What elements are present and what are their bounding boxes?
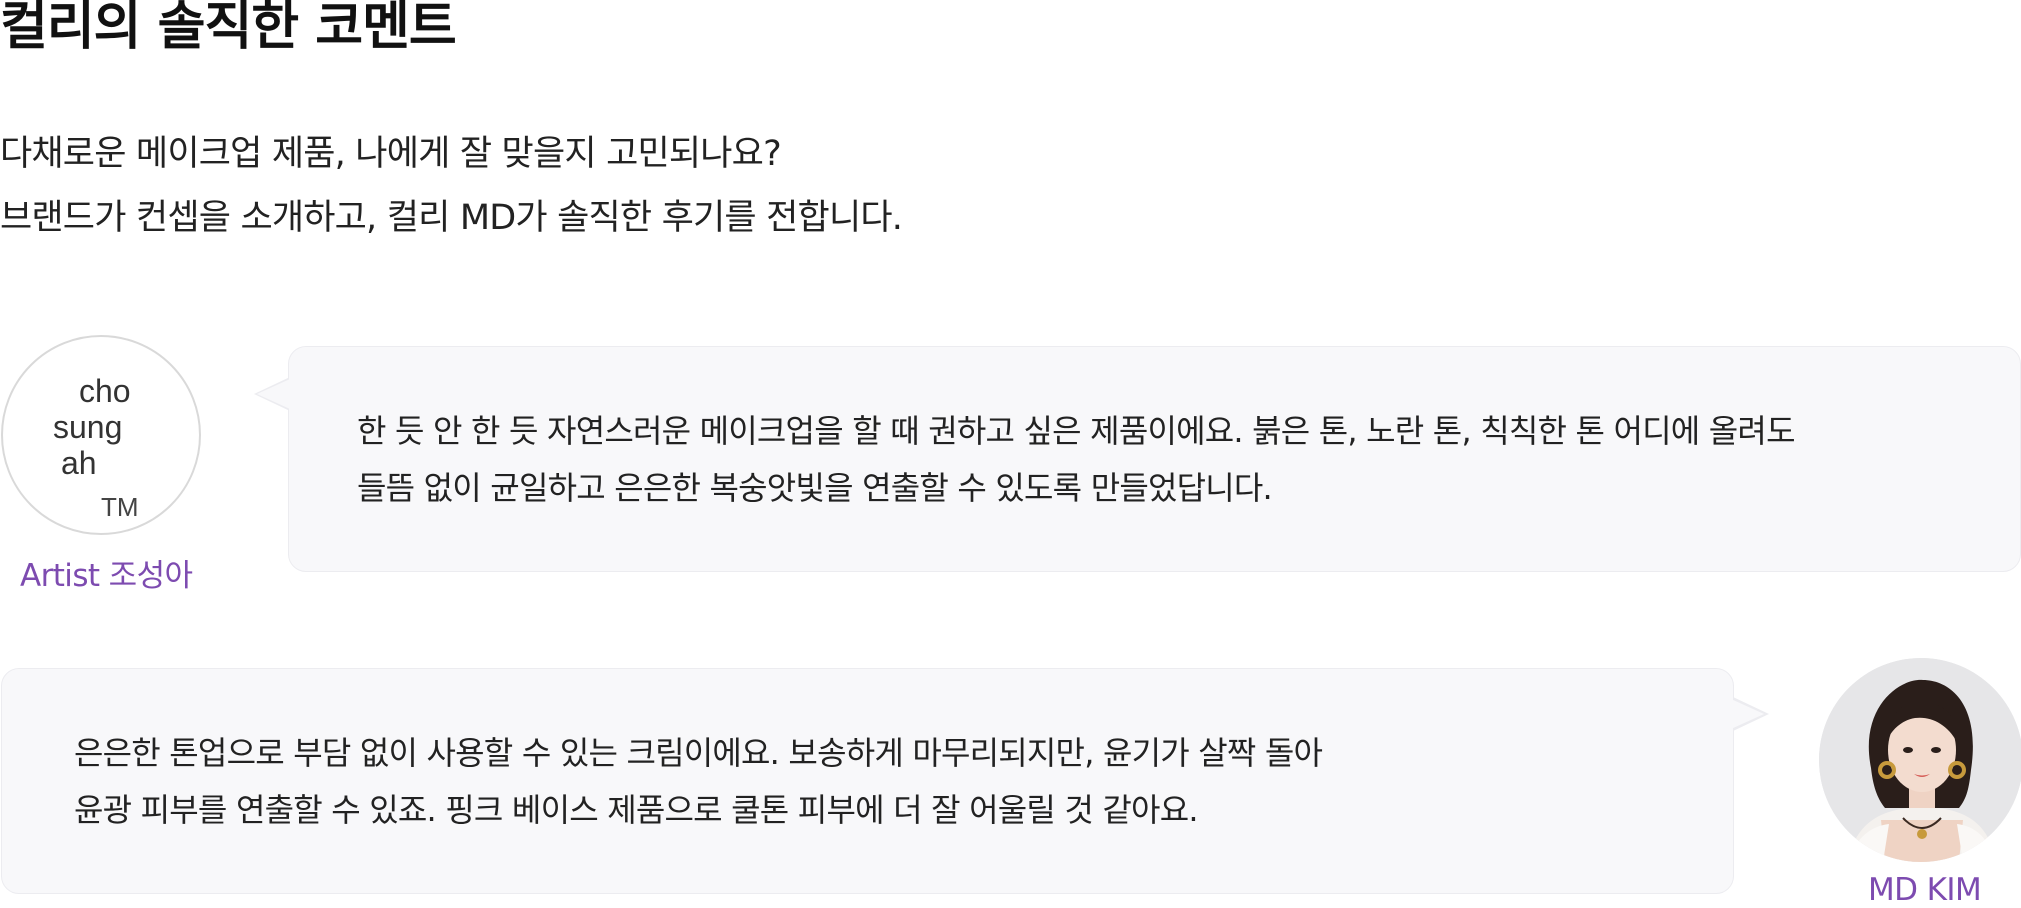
page-title: 컬리의 솔직한 코멘트 [0,0,457,57]
artist-caption: Artist 조성아 [20,558,193,594]
artist-comment-bubble: 한 듯 안 한 듯 자연스러운 메이크업을 할 때 권하고 싶은 제품이에요. … [288,346,2021,572]
person-photo-icon [1819,658,2021,862]
md-comment-bubble: 은은한 톤업으로 부담 없이 사용할 수 있는 크림이에요. 보송하게 마무리되… [1,668,1734,894]
md-photo-avatar [1819,658,2021,862]
intro-text: 다채로운 메이크업 제품, 나에게 잘 맞을지 고민되나요? 브랜드가 컨셉을 … [0,122,903,250]
comment-line: 한 듯 안 한 듯 자연스러운 메이크업을 할 때 권하고 싶은 제품이에요. … [357,412,1796,450]
comment-line: 들뜸 없이 균일하고 은은한 복숭앗빛을 연출할 수 있도록 만들었답니다. [357,469,1273,507]
brand-logo: cho sung ah TM [53,373,139,522]
artist-logo-avatar: cho sung ah TM [1,335,201,535]
intro-line: 브랜드가 컨셉을 소개하고, 컬리 MD가 솔직한 후기를 전합니다. [0,198,903,238]
intro-line: 다채로운 메이크업 제품, 나에게 잘 맞을지 고민되나요? [0,134,782,174]
speech-bubble-tail-inner [1731,699,1764,729]
artist-comment-text: 한 듯 안 한 듯 자연스러운 메이크업을 할 때 권하고 싶은 제품이에요. … [357,403,1796,517]
comment-line: 은은한 톤업으로 부담 없이 사용할 수 있는 크림이에요. 보송하게 마무리되… [74,734,1323,772]
md-comment-text: 은은한 톤업으로 부담 없이 사용할 수 있는 크림이에요. 보송하게 마무리되… [74,725,1323,839]
speech-bubble-tail-inner [257,379,290,409]
md-caption: MD KIM [1868,872,1982,908]
comment-line: 윤광 피부를 연출할 수 있죠. 핑크 베이스 제품으로 쿨톤 피부에 더 잘 … [74,791,1199,829]
